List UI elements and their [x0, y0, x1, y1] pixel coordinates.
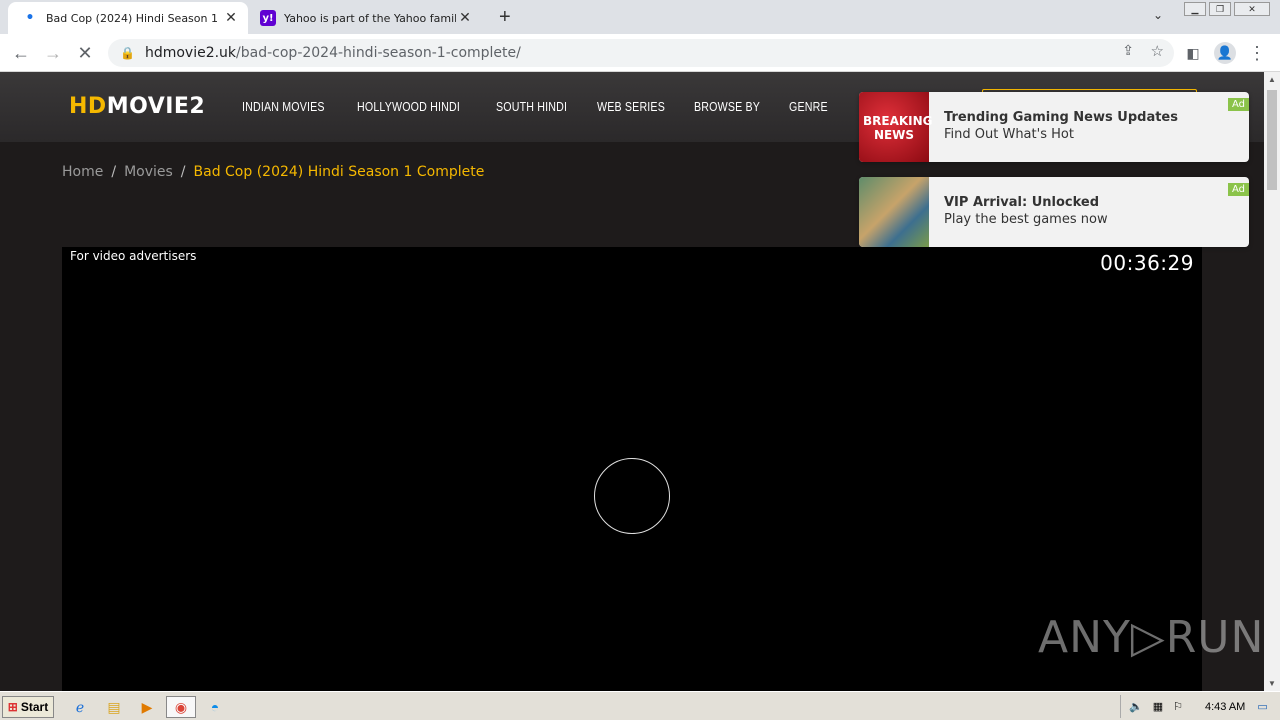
side-panel-icon[interactable]: ◧ — [1182, 42, 1204, 64]
web-page: HDMOVIE2 INDIAN MOVIES HOLLYWOOD HINDI S… — [0, 72, 1264, 691]
ad-subtitle: Play the best games now — [944, 212, 1108, 227]
ad-title: Trending Gaming News Updates — [944, 110, 1178, 125]
forward-arrow-icon[interactable]: → — [42, 42, 64, 64]
tab-yahoo[interactable]: y! Yahoo is part of the Yahoo family of … — [250, 2, 486, 34]
media-player-icon[interactable]: ▶ — [137, 697, 157, 717]
page-scrollbar[interactable]: ▲ ▼ — [1264, 72, 1280, 691]
network-icon[interactable]: ▦ — [1153, 700, 1163, 713]
internet-explorer-icon[interactable]: ℯ — [70, 697, 90, 717]
video-timer: 00:36:29 — [1100, 251, 1194, 275]
file-explorer-icon[interactable]: ▤ — [104, 697, 124, 717]
speaker-icon[interactable]: 🔈 — [1129, 700, 1143, 713]
nav-browse-by[interactable]: BROWSE BY — [694, 99, 760, 114]
address-path: /bad-cop-2024-hindi-season-1-complete/ — [236, 45, 521, 61]
scroll-thumb[interactable] — [1267, 90, 1277, 190]
ad-card-gaming-news[interactable]: BREAKING NEWS Trending Gaming News Updat… — [859, 92, 1249, 162]
edge-icon[interactable]: ◓ — [205, 697, 225, 717]
action-center-flag-icon[interactable]: ⚐ — [1173, 700, 1183, 713]
breadcrumb-home[interactable]: Home — [62, 164, 103, 180]
main-nav: INDIAN MOVIES HOLLYWOOD HINDI SOUTH HIND… — [242, 99, 836, 114]
close-tab-icon[interactable]: ✕ — [456, 10, 474, 26]
scroll-up-arrow-icon[interactable]: ▲ — [1264, 75, 1280, 84]
menu-kebab-icon[interactable]: ⋮ — [1246, 42, 1268, 64]
loading-favicon-icon: • — [25, 10, 35, 26]
nav-hollywood-hindi[interactable]: HOLLYWOOD HINDI — [357, 99, 460, 114]
video-ad-label[interactable]: For video advertisers — [70, 249, 196, 263]
scroll-down-arrow-icon[interactable]: ▼ — [1264, 679, 1280, 688]
ad-badge: Ad — [1227, 183, 1249, 196]
stop-loading-icon[interactable]: ✕ — [74, 42, 96, 64]
yahoo-favicon-icon: y! — [260, 10, 276, 26]
profile-avatar-icon[interactable]: 👤 — [1214, 42, 1236, 64]
close-window-button[interactable]: ✕ — [1234, 2, 1270, 16]
breadcrumb-separator: / — [111, 164, 117, 180]
site-logo[interactable]: HDMOVIE2 — [69, 94, 205, 119]
restore-button[interactable]: ❐ — [1209, 2, 1231, 16]
clock[interactable]: 4:43 AM — [1205, 701, 1245, 713]
start-label: Start — [20, 700, 49, 714]
ad-card-vip-arrival[interactable]: VIP Arrival: Unlocked Play the best game… — [859, 177, 1249, 247]
breadcrumb-separator: / — [180, 164, 186, 180]
show-desktop-icon[interactable]: ▭ — [1257, 700, 1267, 713]
lock-icon: 🔒 — [120, 46, 135, 60]
tab-title: Yahoo is part of the Yahoo family of bra… — [284, 11, 456, 25]
breadcrumb-movies[interactable]: Movies — [124, 164, 173, 180]
breadcrumb: Home / Movies / Bad Cop (2024) Hindi Season … — [62, 164, 484, 180]
breaking-news-thumbnail: BREAKING NEWS — [859, 92, 933, 162]
chrome-icon[interactable]: ◉ — [166, 696, 196, 718]
browser-toolbar: ← → ✕ 🔒 hdmovie2.uk/bad-cop-2024-hindi-s… — [0, 34, 1280, 72]
nav-genre[interactable]: GENRE — [789, 99, 828, 114]
bookmark-star-icon[interactable]: ☆ — [1151, 42, 1164, 60]
tab-title: Bad Cop (2024) Hindi Season 1 Complete — [46, 11, 222, 25]
thumbnail-text: BREAKING NEWS — [863, 114, 933, 142]
loading-spinner-icon — [594, 458, 670, 534]
address-host: hdmovie2.uk — [144, 45, 237, 61]
nav-web-series[interactable]: WEB SERIES — [597, 99, 665, 114]
close-tab-icon[interactable]: ✕ — [222, 10, 240, 26]
tab-strip: • Bad Cop (2024) Hindi Season 1 Complete… — [0, 0, 1280, 34]
nav-south-hindi[interactable]: SOUTH HINDI — [496, 99, 567, 114]
nav-indian-movies[interactable]: INDIAN MOVIES — [242, 99, 325, 114]
logo-hd: HD — [69, 94, 107, 119]
windows-taskbar: ⊞ Start ℯ ▤ ▶ ◉ ◓ 🔈 ▦ ⚐ 4:43 AM ▭ — [0, 691, 1280, 720]
minimize-button[interactable]: ▁ — [1184, 2, 1206, 16]
share-icon[interactable]: ⇪ — [1122, 43, 1134, 59]
start-button[interactable]: ⊞ Start — [2, 696, 54, 718]
windows-flag-icon: ⊞ — [7, 700, 18, 714]
ad-badge: Ad — [1227, 98, 1249, 111]
tab-bad-cop[interactable]: • Bad Cop (2024) Hindi Season 1 Complete… — [8, 2, 248, 34]
ad-title: VIP Arrival: Unlocked — [944, 195, 1100, 210]
game-thumbnail — [859, 177, 929, 247]
anyrun-watermark: ANY▷RUN — [1038, 612, 1264, 663]
address-bar[interactable]: 🔒 hdmovie2.uk/bad-cop-2024-hindi-season-… — [108, 39, 1174, 67]
logo-rest: MOVIE2 — [106, 94, 206, 119]
system-tray: 🔈 ▦ ⚐ 4:43 AM ▭ — [1120, 695, 1280, 718]
new-tab-button[interactable]: + — [499, 6, 511, 29]
back-arrow-icon[interactable]: ← — [10, 42, 32, 64]
video-player[interactable]: For video advertisers 00:36:29 — [62, 247, 1202, 691]
ad-subtitle: Find Out What's Hot — [944, 127, 1074, 142]
breadcrumb-current: Bad Cop (2024) Hindi Season 1 Complete — [193, 164, 485, 180]
tab-search-chevron-icon[interactable]: ⌄ — [1153, 8, 1163, 22]
